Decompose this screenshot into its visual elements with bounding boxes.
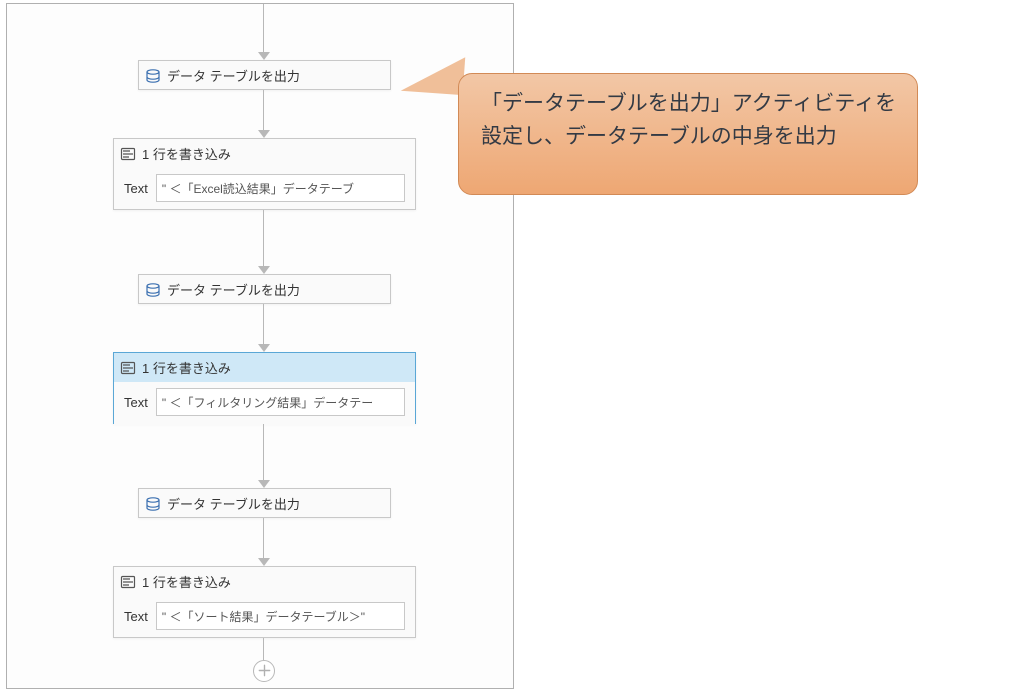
datatable-icon — [145, 68, 161, 84]
activity-title: データ テーブルを出力 — [167, 66, 300, 85]
activity-title: 1 行を書き込み — [142, 358, 231, 377]
add-activity-button[interactable] — [253, 660, 275, 682]
writeline-icon — [120, 360, 136, 376]
activity-output-data-table[interactable]: データ テーブルを出力 — [138, 60, 391, 90]
writeline-icon — [120, 146, 136, 162]
activity-title: データ テーブルを出力 — [167, 280, 300, 299]
activity-header: データ テーブルを出力 — [139, 61, 390, 90]
activity-title: 1 行を書き込み — [142, 572, 231, 591]
text-field-label: Text — [124, 395, 148, 410]
callout-text: 「データテーブルを出力」アクティビティを設定し、データテーブルの中身を出力 — [481, 92, 896, 148]
activity-write-line-selected[interactable]: 1 行を書き込み Text — [113, 352, 416, 424]
connector — [263, 638, 264, 660]
activity-write-line[interactable]: 1 行を書き込み Text — [113, 138, 416, 210]
activity-title: 1 行を書き込み — [142, 144, 231, 163]
connector-arrow — [258, 130, 270, 138]
text-field-label: Text — [124, 181, 148, 196]
annotation-callout: 「データテーブルを出力」アクティビティを設定し、データテーブルの中身を出力 — [458, 73, 918, 195]
text-field-label: Text — [124, 609, 148, 624]
connector — [263, 424, 264, 480]
activity-header: 1 行を書き込み — [114, 353, 415, 382]
activity-header: 1 行を書き込み — [114, 567, 415, 596]
writeline-icon — [120, 574, 136, 590]
datatable-icon — [145, 496, 161, 512]
connector — [263, 304, 264, 344]
connector — [263, 210, 264, 266]
datatable-icon — [145, 282, 161, 298]
activity-header: データ テーブルを出力 — [139, 275, 390, 304]
connector-arrow — [258, 344, 270, 352]
workflow-canvas[interactable]: データ テーブルを出力 1 行を書き込み Text データ テーブルを出力 — [6, 3, 514, 689]
activity-output-data-table[interactable]: データ テーブルを出力 — [138, 488, 391, 518]
connector-arrow — [258, 558, 270, 566]
callout-tail — [401, 53, 465, 95]
activity-title: データ テーブルを出力 — [167, 494, 300, 513]
activity-output-data-table[interactable]: データ テーブルを出力 — [138, 274, 391, 304]
activity-header: データ テーブルを出力 — [139, 489, 390, 518]
text-field-input[interactable] — [156, 602, 405, 630]
text-field-input[interactable] — [156, 388, 405, 416]
connector — [263, 4, 264, 52]
connector — [263, 518, 264, 558]
activity-header: 1 行を書き込み — [114, 139, 415, 168]
connector — [263, 90, 264, 130]
connector-arrow — [258, 480, 270, 488]
activity-write-line[interactable]: 1 行を書き込み Text — [113, 566, 416, 638]
text-field-input[interactable] — [156, 174, 405, 202]
connector-arrow — [258, 52, 270, 60]
connector-arrow — [258, 266, 270, 274]
